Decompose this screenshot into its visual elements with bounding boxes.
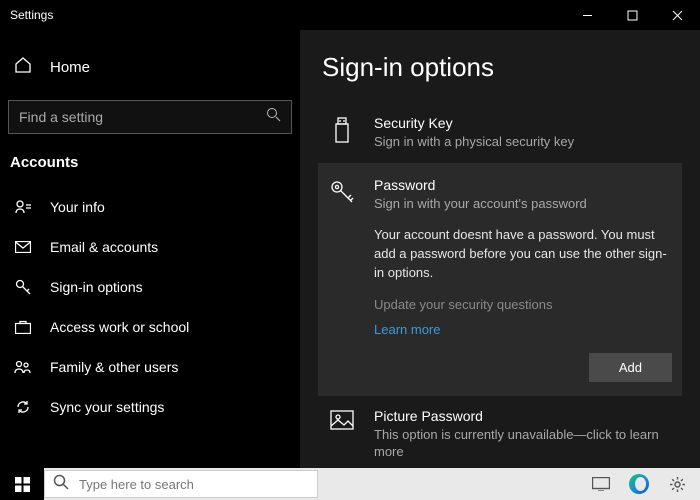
maximize-button[interactable] bbox=[610, 0, 655, 30]
edge-icon[interactable] bbox=[624, 468, 654, 500]
sidebar-item-label: Family & other users bbox=[50, 359, 178, 375]
gear-icon[interactable] bbox=[662, 468, 692, 500]
option-desc: Sign in with a physical security key bbox=[374, 133, 672, 151]
sidebar-item-sign-in-options[interactable]: Sign-in options bbox=[0, 267, 300, 307]
start-button[interactable] bbox=[0, 468, 44, 500]
sidebar-item-label: Sync your settings bbox=[50, 399, 164, 415]
sidebar-item-email-accounts[interactable]: Email & accounts bbox=[0, 227, 300, 267]
sidebar-item-label: Your info bbox=[50, 199, 105, 215]
sidebar-item-family-users[interactable]: Family & other users bbox=[0, 347, 300, 387]
password-message: Your account doesnt have a password. You… bbox=[374, 226, 672, 283]
mail-icon bbox=[14, 241, 32, 253]
home-nav[interactable]: Home bbox=[0, 48, 300, 86]
learn-more-link[interactable]: Learn more bbox=[374, 322, 440, 337]
main-panel: Sign-in options Security Key Sign in wit… bbox=[300, 30, 700, 468]
option-desc: Sign in with your account's password bbox=[374, 195, 672, 213]
person-icon bbox=[14, 199, 32, 215]
option-password[interactable]: Password Sign in with your account's pas… bbox=[318, 163, 682, 396]
option-picture-password[interactable]: Picture Password This option is currentl… bbox=[322, 398, 678, 468]
taskbar bbox=[0, 468, 700, 500]
option-title: Password bbox=[374, 177, 672, 193]
key-icon bbox=[328, 177, 356, 382]
sidebar-item-label: Email & accounts bbox=[50, 239, 158, 255]
sidebar: Home Accounts Your info bbox=[0, 30, 300, 468]
briefcase-icon bbox=[14, 320, 32, 334]
system-tray bbox=[578, 468, 700, 500]
page-title: Sign-in options bbox=[322, 52, 678, 83]
option-security-key[interactable]: Security Key Sign in with a physical sec… bbox=[322, 105, 678, 161]
sidebar-item-label: Access work or school bbox=[50, 319, 189, 335]
search-icon bbox=[53, 474, 69, 495]
sidebar-item-your-info[interactable]: Your info bbox=[0, 187, 300, 227]
option-title: Picture Password bbox=[374, 408, 672, 424]
home-label: Home bbox=[50, 59, 90, 76]
sync-icon bbox=[14, 399, 32, 415]
sidebar-item-access-work-school[interactable]: Access work or school bbox=[0, 307, 300, 347]
find-setting-search[interactable] bbox=[8, 100, 292, 134]
window-title: Settings bbox=[0, 8, 565, 22]
sidebar-item-label: Sign-in options bbox=[50, 279, 143, 295]
minimize-button[interactable] bbox=[565, 0, 610, 30]
search-icon bbox=[266, 107, 281, 127]
titlebar: Settings bbox=[0, 0, 700, 30]
task-view-icon[interactable] bbox=[586, 468, 616, 500]
key-icon bbox=[14, 279, 32, 295]
people-icon bbox=[14, 360, 32, 374]
taskbar-search-input[interactable] bbox=[79, 477, 309, 492]
usb-key-icon bbox=[328, 115, 356, 151]
add-button[interactable]: Add bbox=[589, 353, 672, 382]
update-security-questions-link[interactable]: Update your security questions bbox=[374, 297, 672, 312]
taskbar-search[interactable] bbox=[44, 470, 318, 498]
home-icon bbox=[14, 56, 32, 78]
search-input[interactable] bbox=[19, 109, 266, 125]
close-button[interactable] bbox=[655, 0, 700, 30]
section-heading: Accounts bbox=[0, 148, 300, 187]
option-title: Security Key bbox=[374, 115, 672, 131]
option-desc: This option is currently unavailable—cli… bbox=[374, 426, 672, 461]
picture-icon bbox=[328, 408, 356, 461]
sidebar-item-sync-settings[interactable]: Sync your settings bbox=[0, 387, 300, 427]
